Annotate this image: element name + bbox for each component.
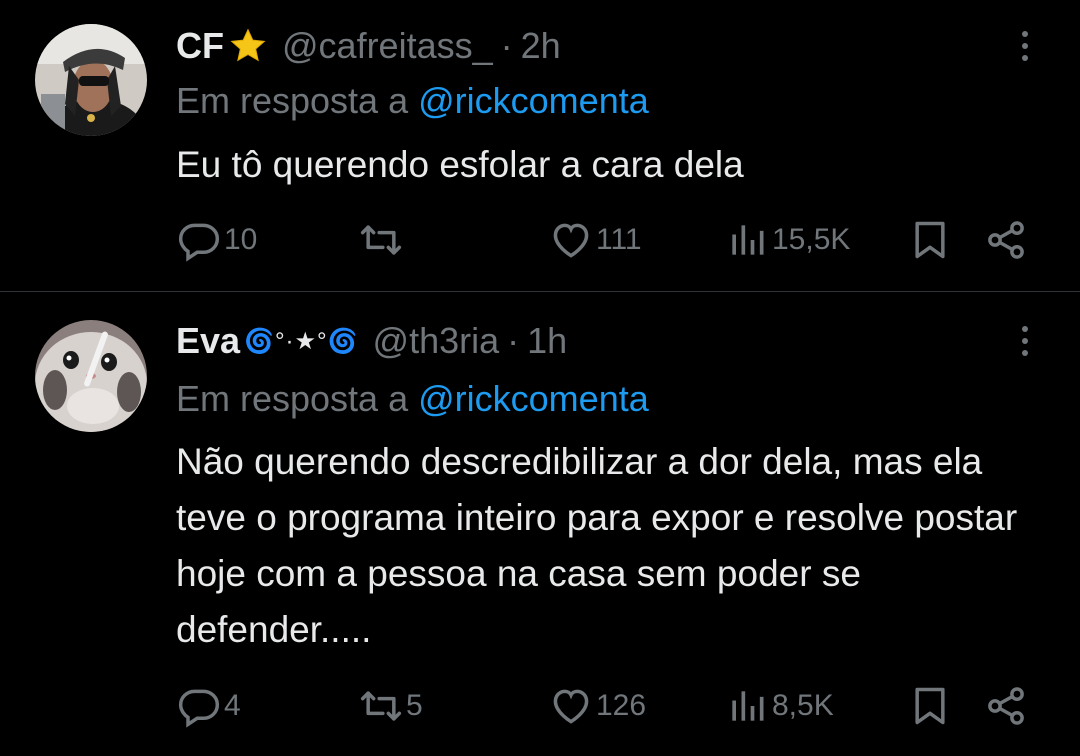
avatar[interactable] xyxy=(35,24,147,136)
reply-button[interactable]: 4 xyxy=(176,684,241,728)
reply-count: 10 xyxy=(224,223,258,256)
views-icon xyxy=(724,218,770,262)
mention-link[interactable]: @rickcomenta xyxy=(418,378,649,419)
handle[interactable]: @th3ria xyxy=(373,320,500,362)
share-button[interactable] xyxy=(984,218,1028,262)
display-name[interactable]: CF xyxy=(176,25,224,67)
separator: · xyxy=(507,320,520,361)
views-button[interactable]: 15,5K xyxy=(724,218,850,262)
bookmark-icon xyxy=(908,684,952,728)
bookmark-icon xyxy=(908,218,952,262)
tweet-text: Não querendo descredibilizar a dor dela,… xyxy=(176,441,1018,650)
action-bar: 4 5 126 8,5K xyxy=(176,684,1040,728)
retweet-icon xyxy=(358,684,404,728)
views-count: 8,5K xyxy=(772,689,834,722)
name-emoji: 🌀°·★°🌀 xyxy=(244,327,359,355)
like-count: 111 xyxy=(596,223,642,256)
reply-icon xyxy=(176,684,222,728)
views-icon xyxy=(724,684,770,728)
like-button[interactable]: 126 xyxy=(548,684,646,728)
heart-icon xyxy=(548,218,594,262)
tweet-text: Eu tô querendo esfolar a cara dela xyxy=(176,144,744,185)
retweet-count: 5 xyxy=(406,689,423,722)
action-bar: 10 111 15,5K xyxy=(176,218,1040,262)
tweet[interactable]: Eva 🌀°·★°🌀 @th3ria · 1h Em resposta a @r… xyxy=(0,292,1080,756)
share-icon xyxy=(984,684,1028,728)
heart-icon xyxy=(548,684,594,728)
bookmark-button[interactable] xyxy=(908,684,952,728)
tweet[interactable]: CF @cafreitass_ · 2h Em resposta a @rick… xyxy=(0,0,1080,292)
tweet-header: CF @cafreitass_ · 2h xyxy=(176,21,1000,71)
more-icon[interactable] xyxy=(1010,316,1040,366)
share-icon xyxy=(984,218,1028,262)
retweet-button[interactable] xyxy=(358,218,406,262)
separator: · xyxy=(500,25,513,66)
reply-prefix: Em resposta a xyxy=(176,80,409,121)
avatar[interactable] xyxy=(35,320,147,432)
timestamp[interactable]: 2h xyxy=(521,25,561,67)
mention-link[interactable]: @rickcomenta xyxy=(418,80,649,121)
views-button[interactable]: 8,5K xyxy=(724,684,834,728)
reply-icon xyxy=(176,218,222,262)
tweet-header: Eva 🌀°·★°🌀 @th3ria · 1h xyxy=(176,316,1000,366)
like-count: 126 xyxy=(596,689,647,722)
reply-context: Em resposta a @rickcomenta xyxy=(176,80,649,122)
reply-context: Em resposta a @rickcomenta xyxy=(176,378,649,420)
bookmark-button[interactable] xyxy=(908,218,952,262)
retweet-icon xyxy=(358,218,404,262)
share-button[interactable] xyxy=(984,684,1028,728)
timestamp[interactable]: 1h xyxy=(527,320,567,362)
retweet-button[interactable]: 5 xyxy=(358,684,423,728)
reply-prefix: Em resposta a xyxy=(176,378,409,419)
more-icon[interactable] xyxy=(1010,21,1040,71)
reply-button[interactable]: 10 xyxy=(176,218,257,262)
like-button[interactable]: 111 xyxy=(548,218,642,262)
star-icon xyxy=(228,26,268,67)
display-name[interactable]: Eva xyxy=(176,320,240,362)
reply-count: 4 xyxy=(224,689,241,722)
views-count: 15,5K xyxy=(772,223,851,256)
handle[interactable]: @cafreitass_ xyxy=(282,25,493,67)
